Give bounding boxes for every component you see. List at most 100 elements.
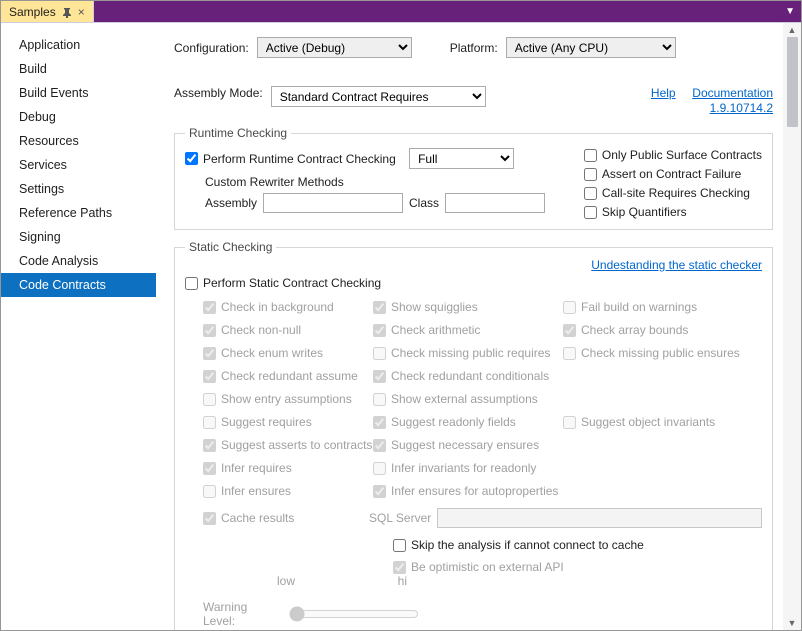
static-opt-fail: Fail build on warnings bbox=[563, 300, 753, 314]
assembly-input[interactable] bbox=[263, 193, 403, 213]
static-opt-ew: Check enum writes bbox=[203, 346, 373, 360]
sidebar-item-build[interactable]: Build bbox=[1, 57, 156, 81]
scroll-thumb[interactable] bbox=[787, 37, 798, 127]
static-opt-srf-checkbox bbox=[373, 416, 386, 429]
static-opt-soi-checkbox bbox=[563, 416, 576, 429]
assembly-row: Assembly Mode: Standard Contract Require… bbox=[174, 86, 773, 116]
help-link[interactable]: Help bbox=[651, 86, 676, 100]
static-opt-ir-checkbox bbox=[203, 462, 216, 475]
callsite-label: Call-site Requires Checking bbox=[602, 186, 750, 200]
static-opt-fail-label: Fail build on warnings bbox=[581, 300, 697, 314]
close-icon[interactable]: × bbox=[78, 5, 85, 19]
sidebar-item-debug[interactable]: Debug bbox=[1, 105, 156, 129]
static-opt-ab-checkbox bbox=[563, 324, 576, 337]
tab-title: Samples bbox=[9, 5, 56, 19]
static-opt-mpr: Check missing public requires bbox=[373, 346, 563, 360]
runtime-level-select[interactable]: Full bbox=[409, 148, 514, 169]
titlebar-right: ▼ bbox=[94, 1, 801, 22]
static-opt-sq-checkbox bbox=[373, 301, 386, 314]
document-tab[interactable]: Samples × bbox=[1, 1, 94, 22]
static-opt-ie: Infer ensures bbox=[203, 484, 373, 498]
sidebar-item-application[interactable]: Application bbox=[1, 33, 156, 57]
static-opt-ew-label: Check enum writes bbox=[221, 346, 323, 360]
sidebar-item-services[interactable]: Services bbox=[1, 153, 156, 177]
warning-level-label: Warning Level: bbox=[203, 600, 281, 628]
skip-quantifiers-label: Skip Quantifiers bbox=[602, 205, 687, 219]
static-opt-bg: Check in background bbox=[203, 300, 373, 314]
static-opt-ab: Check array bounds bbox=[563, 323, 753, 337]
sidebar-item-signing[interactable]: Signing bbox=[1, 225, 156, 249]
only-public-checkbox[interactable] bbox=[584, 149, 597, 162]
warn-hi-label: hi bbox=[398, 574, 407, 588]
sidebar-item-reference-paths[interactable]: Reference Paths bbox=[1, 201, 156, 225]
static-opt-fail-checkbox bbox=[563, 301, 576, 314]
assembly-mode-select[interactable]: Standard Contract Requires bbox=[271, 86, 486, 107]
static-opt-mpr-checkbox bbox=[373, 347, 386, 360]
static-opt-srf-label: Suggest readonly fields bbox=[391, 415, 516, 429]
static-opt-sne: Suggest necessary ensures bbox=[373, 438, 563, 452]
static-opt-sne-label: Suggest necessary ensures bbox=[391, 438, 539, 452]
scroll-down-icon[interactable]: ▼ bbox=[788, 618, 797, 628]
sql-server-input bbox=[437, 508, 762, 528]
perform-static-row: Perform Static Contract Checking bbox=[185, 276, 762, 290]
assert-failure-checkbox[interactable] bbox=[584, 168, 597, 181]
static-opt-srf: Suggest readonly fields bbox=[373, 415, 563, 429]
static-opt-iea-label: Infer ensures for autoproperties bbox=[391, 484, 558, 498]
config-row: Configuration: Active (Debug) Platform: … bbox=[174, 37, 773, 58]
skip-quantifiers-checkbox[interactable] bbox=[584, 206, 597, 219]
static-opt-mpe-label: Check missing public ensures bbox=[581, 346, 740, 360]
vertical-scrollbar[interactable]: ▲ ▼ bbox=[783, 23, 801, 630]
static-opt-ab-label: Check array bounds bbox=[581, 323, 688, 337]
static-opt-ew-checkbox bbox=[203, 347, 216, 360]
static-opt-mpe: Check missing public ensures bbox=[563, 346, 753, 360]
perform-static-checkbox[interactable] bbox=[185, 277, 198, 290]
static-opt-sea: Show entry assumptions bbox=[203, 392, 373, 406]
platform-select[interactable]: Active (Any CPU) bbox=[506, 37, 676, 58]
static-opt-mpr-label: Check missing public requires bbox=[391, 346, 550, 360]
static-opt-iea-checkbox bbox=[373, 485, 386, 498]
chevron-down-icon[interactable]: ▼ bbox=[785, 6, 795, 17]
optimistic-label: Be optimistic on external API bbox=[411, 560, 564, 574]
assembly-mode-label: Assembly Mode: bbox=[174, 86, 263, 100]
sidebar-item-code-contracts[interactable]: Code Contracts bbox=[1, 273, 156, 297]
sidebar-item-settings[interactable]: Settings bbox=[1, 177, 156, 201]
static-opt-rc-checkbox bbox=[373, 370, 386, 383]
scroll-up-icon[interactable]: ▲ bbox=[788, 25, 797, 35]
sidebar-item-build-events[interactable]: Build Events bbox=[1, 81, 156, 105]
static-opt-ir-label: Infer requires bbox=[221, 461, 292, 475]
cache-results-checkbox bbox=[203, 512, 216, 525]
static-checking-group: Static Checking Undestanding the static … bbox=[174, 240, 773, 630]
static-opt-bg-label: Check in background bbox=[221, 300, 334, 314]
pin-icon[interactable] bbox=[62, 7, 72, 17]
static-opt-ar-checkbox bbox=[373, 324, 386, 337]
static-opt-sea-label: Show entry assumptions bbox=[221, 392, 352, 406]
static-opt-nn: Check non-null bbox=[203, 323, 373, 337]
main-panel: Configuration: Active (Debug) Platform: … bbox=[156, 23, 783, 630]
static-opt-mpe-checkbox bbox=[563, 347, 576, 360]
sidebar-item-code-analysis[interactable]: Code Analysis bbox=[1, 249, 156, 273]
documentation-link[interactable]: Documentation bbox=[692, 86, 773, 100]
skip-cache-checkbox[interactable] bbox=[393, 539, 406, 552]
static-opt-sr: Suggest requires bbox=[203, 415, 373, 429]
warning-level-slider bbox=[289, 606, 419, 622]
static-opt-sac-label: Suggest asserts to contracts bbox=[221, 438, 372, 452]
static-opt-ar: Check arithmetic bbox=[373, 323, 563, 337]
callsite-checkbox[interactable] bbox=[584, 187, 597, 200]
configuration-select[interactable]: Active (Debug) bbox=[257, 37, 412, 58]
skip-cache-label: Skip the analysis if cannot connect to c… bbox=[411, 538, 644, 552]
understanding-link[interactable]: Undestanding the static checker bbox=[591, 258, 762, 272]
static-opt-soi-label: Suggest object invariants bbox=[581, 415, 715, 429]
runtime-checking-group: Runtime Checking Perform Runtime Contrac… bbox=[174, 126, 773, 230]
class-input[interactable] bbox=[445, 193, 545, 213]
perform-runtime-label: Perform Runtime Contract Checking bbox=[203, 152, 396, 166]
perform-runtime-checkbox[interactable] bbox=[185, 152, 198, 165]
static-opt-sr-checkbox bbox=[203, 416, 216, 429]
titlebar: Samples × ▼ bbox=[1, 1, 801, 23]
version-link[interactable]: 1.9.10714.2 bbox=[710, 101, 773, 115]
static-opt-iir: Infer invariants for readonly bbox=[373, 461, 563, 475]
static-opt-rc-label: Check redundant conditionals bbox=[391, 369, 549, 383]
warn-low-label: low bbox=[277, 574, 295, 588]
cache-results-label: Cache results bbox=[221, 511, 294, 525]
sidebar-item-resources[interactable]: Resources bbox=[1, 129, 156, 153]
static-opt-bg-checkbox bbox=[203, 301, 216, 314]
